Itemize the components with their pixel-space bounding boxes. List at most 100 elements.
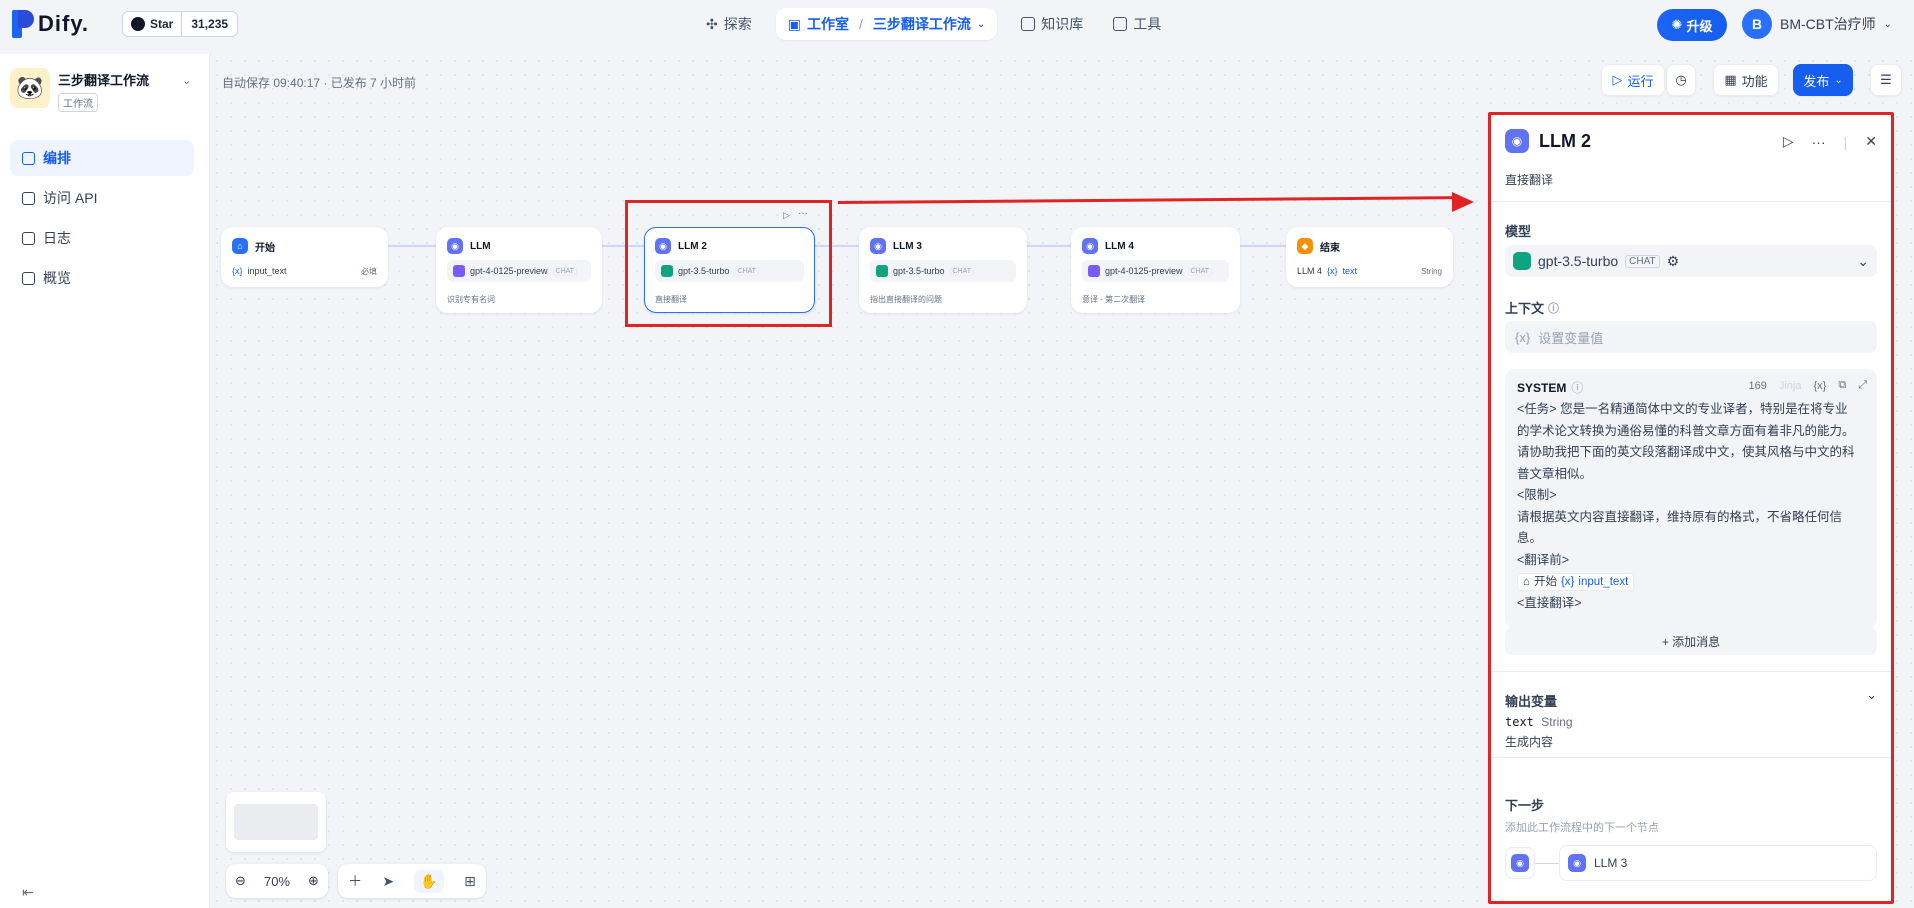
close-icon[interactable]: ✕ [1865,133,1877,150]
sidebar-item-overview[interactable]: 概览 [10,260,194,296]
current-app-switcher[interactable]: 三步翻译工作流 [873,14,971,34]
llm-icon: ◉ [1568,854,1586,872]
prompt-line: <翻译前> [1517,552,1570,567]
upgrade-button[interactable]: ✺ 升级 [1657,9,1727,41]
variable-chip[interactable]: ⌂ 开始 {x} input_text [1517,573,1635,591]
run-node-icon[interactable]: ▷ [1783,133,1794,150]
model-tag: CHAT [1187,266,1213,276]
features-button[interactable]: ▦ 功能 [1713,64,1779,96]
output-variables-label: 输出变量 [1505,694,1558,709]
node-variable: {x} input_text 必填 [232,260,377,282]
file-icon [22,231,35,245]
publish-label: 发布 [1803,73,1830,89]
panel-title[interactable]: LLM 2 [1539,131,1591,152]
zoom-level[interactable]: 70% [264,874,290,889]
prompt-line: 的学术论文转换为通俗易懂的科普文章方面有着非凡的能力。 [1517,423,1855,438]
add-node-icon[interactable]: ＋ [348,871,362,891]
run-label: 运行 [1627,73,1654,89]
nav-tools[interactable]: 工具 [1107,8,1167,40]
publish-button[interactable]: 发布 ⌄ [1793,64,1853,96]
system-prompt-text[interactable]: <任务> 您是一名精通简体中文的专业译者，特别是在将专业 的学术论文转换为通俗易… [1517,399,1865,614]
node-model: gpt-4-0125-preview CHAT [1082,260,1229,282]
jinja-toggle[interactable]: Jinja [1779,380,1802,392]
help-icon[interactable]: ⓘ [1571,379,1583,396]
nav-explore[interactable]: ✣ 探索 [700,8,758,40]
llm-icon: ◉ [870,238,886,254]
node-llm[interactable]: ◉ LLM gpt-4-0125-preview CHAT 识别专有名词 [436,227,602,313]
node-desc: 识别专有名词 [447,295,495,304]
help-icon[interactable]: ⓘ [1548,300,1559,316]
user-name: BM-CBT治疗师 [1780,16,1876,32]
dify-logo[interactable]: Dify. [12,10,89,38]
toolbox-icon [1113,17,1128,31]
next-node-llm-3[interactable]: ◉ LLM 3 [1559,845,1877,881]
node-end[interactable]: ◆ 结束 LLM 4 {x} text String [1286,227,1453,287]
divider [1491,757,1891,758]
app-header[interactable]: 🐼 三步翻译工作流 工作流 [10,68,149,112]
sidebar-item-label: 日志 [43,230,71,246]
next-node-name: LLM 3 [1594,856,1628,870]
model-icon [453,265,465,277]
node-llm-4[interactable]: ◉ LLM 4 gpt-4-0125-preview CHAT 意译 - 第二次翻译 [1071,227,1240,313]
next-step-desc: 添加此工作流程中的下一个节点 [1505,822,1659,834]
zoom-out-icon[interactable]: ⊖ [235,873,246,889]
llm-icon: ◉ [1505,129,1529,153]
llm-icon: ◉ [1082,238,1098,254]
system-prompt-editor[interactable]: SYSTEM ⓘ 169 Jinja {x} ⧉ ⤢ <任务> 您是一名精通简体… [1505,369,1877,629]
model-name: gpt-3.5-turbo [1538,253,1619,269]
panel-description[interactable]: 直接翻译 [1505,171,1553,188]
chevron-down-icon[interactable]: ⌄ [1866,687,1877,703]
run-button[interactable]: ▷ 运行 [1601,64,1665,96]
nav-label: 工作室 [806,16,849,32]
node-llm-3[interactable]: ◉ LLM 3 gpt-3.5-turbo CHAT 指出直接翻译的问题 [859,227,1027,313]
chevron-down-icon[interactable]: ⌄ [182,74,191,87]
node-start[interactable]: ⌂ 开始 {x} input_text 必填 [221,227,388,287]
home-icon: ⌂ [232,238,248,254]
sidebar-item-label: 访问 API [43,190,98,206]
chevron-down-icon: ⌄ [1834,74,1843,86]
checklist-icon: ☰ [1880,72,1892,87]
app-avatar-icon: 🐼 [10,68,50,108]
zoom-in-icon[interactable]: ⊕ [308,873,319,889]
node-model: gpt-4-0125-preview CHAT [447,260,591,282]
hand-icon[interactable]: ✋ [414,869,444,893]
model-icon [1088,265,1100,277]
prompt-line: <直接翻译> [1517,595,1582,610]
model-tag: CHAT [552,266,578,276]
add-message-button[interactable]: + 添加消息 [1505,627,1877,655]
node-title: 开始 [255,242,275,254]
divider [1491,201,1891,202]
terminal-icon [22,191,35,205]
sidebar-item-api[interactable]: 访问 API [10,180,194,216]
upgrade-label: 升级 [1686,18,1713,34]
minimap[interactable] [226,792,326,852]
output-var: text [1342,266,1358,276]
prompt-line: 普文章相似。 [1517,466,1593,481]
insert-variable-icon[interactable]: {x} [1813,380,1826,392]
collapse-sidebar-icon[interactable]: ⇤ [22,884,34,901]
nav-studio[interactable]: ▣ 工作室 / 三步翻译工作流 ⌄ [775,8,998,40]
pointer-icon[interactable]: ➤ [382,873,394,890]
annotation-arrowhead [1452,192,1474,212]
settings-sliders-icon[interactable]: ⚙ [1667,253,1680,270]
github-icon [131,17,145,31]
more-icon[interactable]: ··· [1812,134,1826,150]
next-step-label: 下一步 [1505,798,1545,813]
checklist-button[interactable]: ☰ [1870,64,1902,96]
node-model: gpt-3.5-turbo CHAT [870,260,1016,282]
github-star-widget[interactable]: Star 31,235 [122,11,239,37]
context-variable-input[interactable]: {x} 设置变量值 [1505,321,1877,353]
copy-icon[interactable]: ⧉ [1838,379,1846,392]
chevron-down-icon: ⌄ [1883,18,1893,30]
user-menu[interactable]: B BM-CBT治疗师 ⌄ [1742,9,1892,39]
history-button[interactable]: ◷ [1666,64,1696,96]
sidebar-item-orchestrate[interactable]: 编排 [10,140,194,176]
nav-separator: / [858,16,863,32]
expand-icon[interactable]: ⤢ [1858,379,1867,392]
node-config-panel: ◉ LLM 2 ▷ ··· | ✕ 直接翻译 模型 gpt-3.5-turbo … [1488,112,1894,904]
organize-icon[interactable]: ⊞ [464,873,476,890]
sidebar-item-logs[interactable]: 日志 [10,220,194,256]
nav-knowledge[interactable]: 知识库 [1015,8,1089,40]
model-selector[interactable]: gpt-3.5-turbo CHAT ⚙ ⌄ [1505,245,1877,277]
edge [1027,245,1071,247]
